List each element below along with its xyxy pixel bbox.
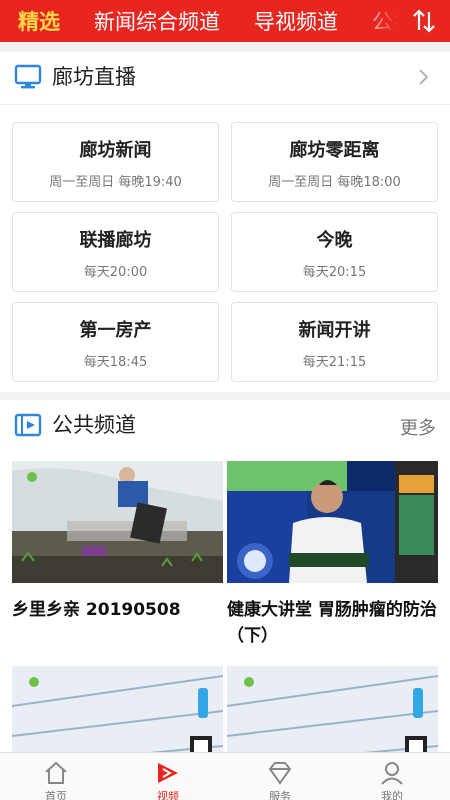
nav-label: 服务 [269, 790, 291, 800]
public-channel-section: 公共频道 更多 乡里乡亲 20190508 健康大讲堂 胃肠肿瘤的防治（下） [0, 400, 450, 752]
sort-arrows-icon [413, 9, 435, 33]
program-name: 今晚 [316, 230, 353, 251]
nav-label: 我的 [381, 790, 403, 800]
nav-label: 视频 [157, 790, 179, 800]
tab-news-channel[interactable]: 新闻综合频道 [74, 6, 234, 36]
public-section-header: 公共频道 更多 [0, 400, 450, 450]
tab-featured[interactable]: 精选 [0, 6, 74, 36]
program-name: 联播廊坊 [79, 230, 152, 251]
video-player-icon [14, 413, 42, 437]
nav-mine[interactable]: 我的 [336, 753, 448, 800]
program-card[interactable]: 今晚 每天20:15 [231, 212, 438, 292]
video-thumbnail [12, 666, 223, 752]
video-thumbnail [12, 461, 223, 583]
bottom-navigation: 首页 视频 服务 我的 [0, 752, 450, 800]
chevron-right-icon [419, 69, 429, 85]
video-title: 乡里乡亲 20190508 [12, 600, 181, 620]
tab-guide-channel[interactable]: 导视频道 [234, 6, 352, 36]
live-section-title: 廊坊直播 [52, 65, 136, 89]
service-icon [268, 762, 292, 785]
public-section-title: 公共频道 [52, 413, 136, 437]
nav-label: 首页 [45, 790, 67, 800]
program-time: 每天20:00 [83, 265, 148, 280]
user-icon [381, 762, 403, 785]
program-card[interactable]: 第一房产 每天18:45 [12, 302, 219, 382]
video-icon [158, 763, 178, 783]
program-name: 第一房产 [79, 320, 152, 341]
program-time: 周一至周日 每晚19:40 [49, 175, 182, 190]
nav-service[interactable]: 服务 [224, 753, 336, 800]
home-icon [45, 761, 67, 784]
monitor-icon [14, 64, 42, 89]
video-thumbnail [227, 461, 438, 583]
program-card[interactable]: 廊坊零距离 周一至周日 每晚18:00 [231, 122, 438, 202]
program-time: 每天18:45 [83, 355, 148, 370]
program-card[interactable]: 新闻开讲 每天21:15 [231, 302, 438, 382]
live-section: 廊坊直播 廊坊新闻 周一至周日 每晚19:40 廊坊零距离 周一至周日 每晚18… [0, 52, 450, 392]
tab-fade [358, 0, 398, 42]
program-card[interactable]: 联播廊坊 每天20:00 [12, 212, 219, 292]
program-time: 每天21:15 [302, 355, 367, 370]
program-time: 每天20:15 [302, 265, 367, 280]
video-title: 健康大讲堂 胃肠肿瘤的防治（下） [227, 600, 437, 646]
top-tab-bar: 精选 新闻综合频道 导视频道 公共 [0, 0, 450, 42]
more-link[interactable]: 更多 [400, 414, 436, 440]
program-card[interactable]: 廊坊新闻 周一至周日 每晚19:40 [12, 122, 219, 202]
program-name: 廊坊新闻 [79, 140, 152, 161]
program-name: 新闻开讲 [298, 320, 371, 341]
program-time: 周一至周日 每晚18:00 [268, 175, 401, 190]
nav-home[interactable]: 首页 [0, 753, 112, 800]
sort-tabs-button[interactable] [398, 0, 450, 42]
video-thumbnail [227, 666, 438, 752]
program-name: 廊坊零距离 [289, 140, 380, 161]
live-section-header[interactable]: 廊坊直播 [0, 52, 450, 102]
nav-video[interactable]: 视频 [112, 753, 224, 800]
